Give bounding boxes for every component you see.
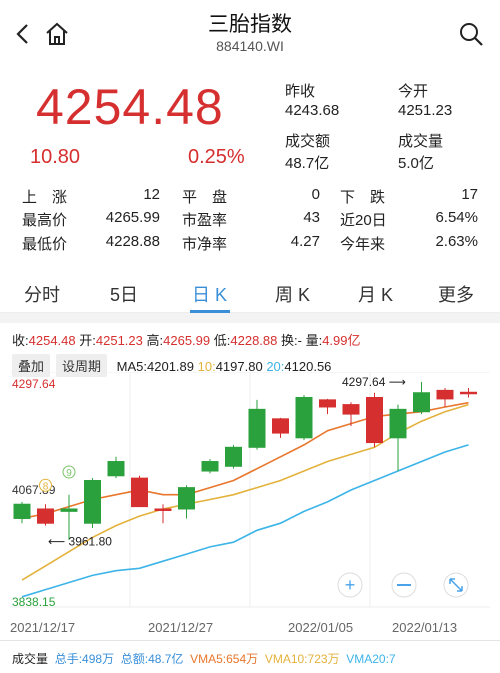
- price-change-pct: 0.25%: [188, 146, 245, 168]
- low-value: 4228.88: [105, 233, 160, 250]
- event-marker-label: 9: [66, 468, 72, 479]
- pe-label: 市盈率: [182, 212, 228, 229]
- vol-value-k: 4.99亿: [322, 333, 361, 348]
- tab-more[interactable]: 更多: [438, 281, 474, 307]
- up-value: 12: [143, 186, 160, 203]
- d20-value: 6.54%: [435, 209, 478, 226]
- period-tabs: 分时 5日 日 K 周 K 月 K 更多: [0, 271, 500, 313]
- vma5-label: VMA5:: [190, 652, 227, 666]
- candle-body: [107, 461, 125, 477]
- prev-close-value: 4243.68: [285, 102, 340, 119]
- candle-body: [366, 396, 383, 444]
- prev-close-label: 昨收: [285, 83, 316, 100]
- close-label: 收:: [12, 333, 29, 348]
- candle-body: [13, 503, 31, 519]
- top-bar: 三胎指数 884140.WI: [0, 0, 500, 64]
- up-label: 上 涨: [22, 189, 68, 206]
- candle-body: [225, 446, 242, 467]
- flat-value: 0: [311, 186, 320, 203]
- pb-label: 市净率: [182, 236, 228, 253]
- price-change: 10.80: [30, 146, 81, 168]
- down-label: 下 跌: [340, 189, 386, 206]
- ytd-value: 2.63%: [435, 233, 478, 250]
- min-annotation: ⟵ 3961.80: [48, 534, 112, 548]
- open-value: 4251.23: [398, 102, 453, 119]
- max-annotation: 4297.64 ⟶: [342, 375, 406, 389]
- turnover-value: 48.7亿: [285, 155, 330, 172]
- hands-label: 总手:: [54, 652, 83, 666]
- high-label: 最高价: [22, 212, 68, 229]
- candle-body: [248, 408, 266, 448]
- candle-body: [37, 508, 54, 524]
- open-value-k: 4251.23: [95, 333, 143, 348]
- low-label-k: 低:: [213, 333, 231, 348]
- volume-title: 成交量: [12, 652, 49, 666]
- d20-label: 近20日: [340, 212, 387, 229]
- candle-body: [295, 396, 313, 439]
- vma10-value: 723万: [307, 652, 340, 666]
- turnover-label: 成交额: [285, 133, 331, 150]
- low-label: 最低价: [22, 236, 68, 253]
- volume-row: 成交量 总手:498万 总额:48.7亿 VMA5:654万 VMA10:723…: [12, 650, 396, 667]
- x-axis-date-2: 2022/01/05: [288, 620, 354, 635]
- event-marker-label: 8: [43, 481, 49, 492]
- page-title: 三胎指数: [208, 13, 292, 36]
- vma20-label: VMA20:: [346, 652, 389, 666]
- zoom-in-icon: +: [345, 575, 356, 595]
- x-axis-date-0: 2021/12/17: [10, 620, 76, 635]
- y-axis-max-label: 4297.64: [12, 377, 56, 391]
- volume-label: 成交量: [398, 133, 444, 150]
- current-price: 4254.48: [36, 79, 224, 135]
- candle-body: [272, 418, 289, 434]
- x-axis-date-3: 2022/01/13: [392, 620, 458, 635]
- amount-value: 48.7亿: [148, 652, 184, 666]
- y-axis-min-label: 3838.15: [12, 595, 56, 609]
- search-icon[interactable]: [458, 21, 484, 47]
- low-value-k: 4228.88: [230, 333, 278, 348]
- candle-body: [413, 392, 430, 413]
- candle-body: [319, 399, 336, 408]
- close-value: 4254.48: [28, 333, 76, 348]
- candle-body: [131, 477, 148, 508]
- candle-body: [60, 508, 78, 512]
- index-code: 884140.WI: [216, 38, 284, 54]
- amount-label: 总额:: [120, 652, 149, 666]
- candle-body: [436, 389, 454, 400]
- tab-5day[interactable]: 5日: [110, 281, 138, 307]
- candle-body: [84, 480, 101, 524]
- high-value-k: 4265.99: [163, 333, 211, 348]
- vol-label-k: 量:: [305, 333, 323, 348]
- section-divider: [0, 313, 500, 323]
- candle-body: [342, 404, 360, 415]
- candle-body: [389, 408, 407, 439]
- candle-body: [178, 487, 195, 510]
- high-value: 4265.99: [105, 209, 160, 226]
- kline-chart[interactable]: 4297.64 4067.89 3838.15 4297.64 ⟶⟵ 3961.…: [0, 372, 500, 612]
- open-label: 今开: [398, 83, 429, 100]
- vma5-value: 654万: [226, 652, 259, 666]
- tab-intraday[interactable]: 分时: [24, 281, 60, 307]
- candle-body: [201, 461, 219, 472]
- x-axis-date-1: 2021/12/27: [148, 620, 214, 635]
- candle-body: [460, 391, 477, 395]
- flat-label: 平 盘: [182, 189, 228, 206]
- kline-ohlc-row: 收:4254.48 开:4251.23 高:4265.99 低:4228.88 …: [12, 330, 361, 349]
- expand-icon: [449, 578, 463, 592]
- candle-body: [154, 508, 172, 511]
- volume-value: 5.0亿: [398, 155, 434, 172]
- pb-value: 4.27: [290, 233, 320, 250]
- turnover-rate: 换:-: [281, 333, 302, 348]
- tab-monthly-k[interactable]: 月 K: [358, 281, 393, 307]
- hands-value: 498万: [82, 652, 115, 666]
- tab-weekly-k[interactable]: 周 K: [275, 281, 310, 307]
- vma20-value: 7: [388, 652, 396, 666]
- volume-separator: [0, 640, 500, 641]
- tab-daily-k[interactable]: 日 K: [192, 281, 227, 307]
- down-value: 17: [461, 186, 478, 203]
- vma10-label: VMA10:: [264, 652, 308, 666]
- pe-value: 43: [303, 209, 320, 226]
- high-label-k: 高:: [146, 333, 164, 348]
- open-label-k: 开:: [79, 333, 96, 348]
- ytd-label: 今年来: [340, 236, 386, 253]
